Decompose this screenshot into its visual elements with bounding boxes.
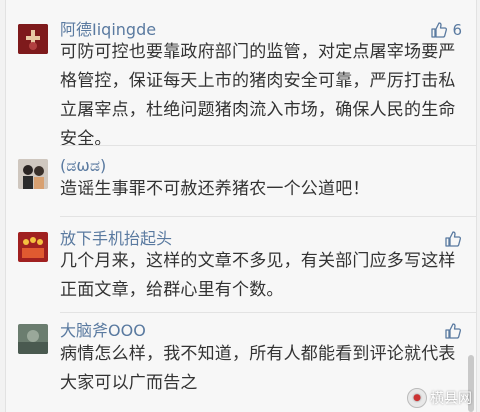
like-button[interactable]: 6 [430, 21, 462, 39]
like-count: 6 [452, 21, 462, 39]
comment-list: 阿德Iiqingde 6 可防可控也要靠政府部门的监管，对定点屠宰场要严格管控，… [5, 0, 477, 412]
avatar[interactable] [18, 159, 48, 189]
watermark-text: 横县网 [430, 391, 472, 407]
thumbs-up-icon [445, 323, 462, 339]
thumbs-up-icon [431, 22, 448, 38]
comment-text: 可防可控也要靠政府部门的监管，对定点屠宰场要严格管控，保证每天上市的猪肉安全可靠… [60, 42, 456, 149]
divider [60, 312, 476, 313]
watermark: ● 横县网 [407, 388, 472, 408]
comment-author[interactable]: 阿德Iiqingde [60, 20, 156, 40]
avatar[interactable] [18, 324, 48, 354]
comment-text: 几个月来，这样的文章不多见，有关部门应多写这样正面文章，给群心里有个数。 [60, 251, 456, 300]
divider [60, 145, 476, 146]
like-button[interactable] [444, 322, 462, 340]
comment-author[interactable]: (ಡωಡ) [60, 156, 106, 176]
comment-text: 病情怎么样，我不知道，所有人都能看到评论就代表大家可以广而告之 [60, 344, 456, 393]
divider [60, 216, 476, 217]
comment-text: 造谣生事罪不可赦还养猪农一个公道吧！ [60, 179, 370, 199]
watermark-logo-icon: ● [407, 388, 427, 408]
avatar[interactable] [18, 232, 48, 262]
like-button[interactable] [444, 230, 462, 248]
comment-author[interactable]: 大脑斧OOO [60, 321, 146, 341]
comment-author[interactable]: 放下手机抬起头 [60, 229, 172, 249]
thumbs-up-icon [445, 231, 462, 247]
avatar[interactable] [18, 24, 48, 54]
